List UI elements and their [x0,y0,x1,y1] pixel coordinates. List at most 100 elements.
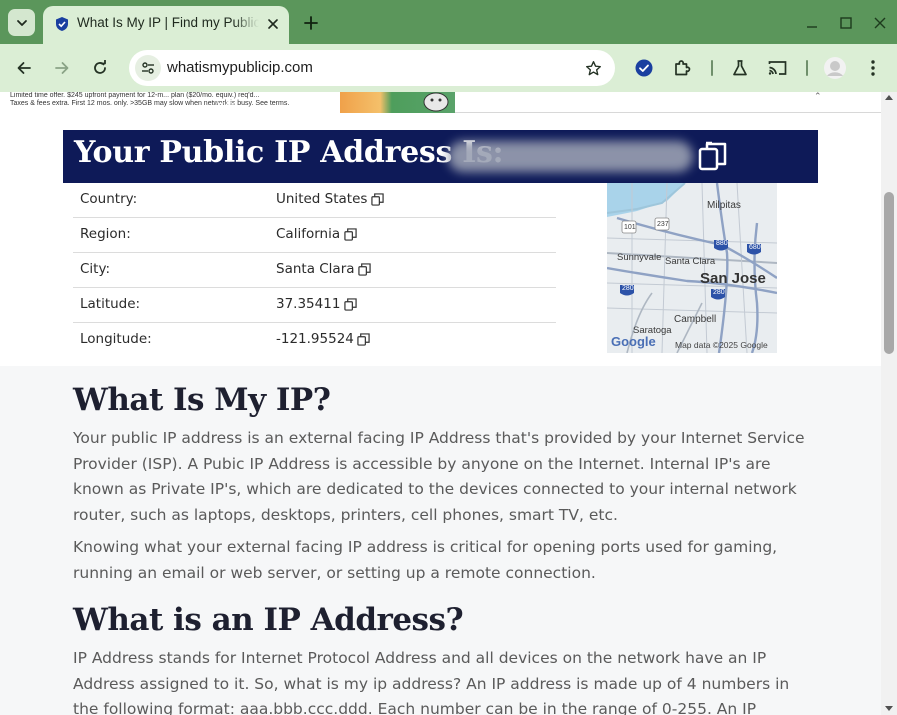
table-row: Longitude: -121.95524 [73,323,556,358]
bookmark-button[interactable] [583,58,603,78]
close-icon [874,17,886,29]
region-label: Region: [80,226,131,242]
map-shield-237: 237 [657,221,669,228]
map-shield-880: 880 [716,240,728,247]
scroll-up-arrow-icon[interactable] [885,95,893,100]
labs-button[interactable] [726,54,754,82]
copy-latitude-button[interactable] [343,297,357,311]
section-heading-what-is-my-ip: What Is My IP? [73,382,331,418]
window-close-button[interactable] [869,12,891,34]
location-table: Country: United States Region: Californi… [73,183,556,358]
copy-icon [358,262,371,276]
paragraph: Your public IP address is an external fa… [73,429,805,524]
latitude-value: 37.35411 [276,296,357,312]
browser-toolbar: whatismypublicip.com [0,44,897,92]
copy-icon [343,227,357,241]
reload-icon [94,60,106,74]
close-icon [268,19,278,29]
map-shield-101: 101 [624,224,636,231]
paragraph: Knowing what your external facing IP add… [73,538,778,582]
map-shield-680: 680 [749,244,761,251]
scroll-down-arrow-icon[interactable] [885,706,893,711]
ad-options-icon[interactable]: ⌃ [814,92,822,102]
cast-icon [768,61,786,75]
location-map[interactable]: Milpitas Sunnyvale Santa Clara San Jose … [607,183,777,353]
ip-info-card: Your Public IP Address Is: Country: Unit… [0,113,881,366]
copy-country-button[interactable] [370,192,384,206]
article: What Is My IP? Your public IP address is… [73,366,808,715]
profile-button[interactable] [821,54,849,82]
ad-mascot-icon [423,92,449,112]
latitude-text: 37.35411 [276,296,341,312]
tab-strip: What Is My IP | Find my Public IP Addres… [0,0,897,44]
map-shield-280-east: 280 [713,289,725,296]
extension-check-button[interactable] [630,54,658,82]
cast-button[interactable] [763,54,791,82]
copy-ip-button[interactable] [695,138,731,174]
ip-banner: Your Public IP Address Is: [63,130,818,183]
map-shield-280-west: 280 [622,285,634,292]
ad-art-text: nolot [215,100,237,111]
copy-region-button[interactable] [343,227,357,241]
table-row: Country: United States [73,183,556,218]
copy-icon [344,297,357,311]
paragraph: IP Address stands for Internet Protocol … [73,649,790,715]
reload-button[interactable] [86,54,114,82]
longitude-text: -121.95524 [276,331,354,347]
google-logo: Google [611,334,656,349]
star-icon [585,60,601,75]
back-button[interactable] [10,54,38,82]
kebab-menu-icon [871,60,875,76]
minimize-button[interactable] [801,12,823,34]
map-place-sunnyvale: Sunnyvale [617,252,662,263]
map-attribution: Map data ©2025 Google [675,340,768,350]
browser-tab-active[interactable]: What Is My IP | Find my Public IP Addres… [43,6,289,44]
page-scrollbar[interactable] [881,92,897,715]
ip-address-redacted [448,141,693,172]
tab-close-button[interactable] [264,15,282,33]
tab-search-button[interactable] [8,9,35,36]
menu-button[interactable] [859,54,887,82]
new-tab-button[interactable] [300,12,322,34]
region-value: California [276,226,357,242]
url-text[interactable]: whatismypublicip.com [167,59,313,76]
tab-title: What Is My IP | Find my Public IP Addres… [77,15,259,30]
forward-button[interactable] [48,54,76,82]
copy-icon [698,141,727,171]
country-label: Country: [80,191,138,207]
country-value: United States [276,191,384,207]
extensions-button[interactable] [668,54,696,82]
flask-icon [733,60,747,76]
table-row: Region: California [73,218,556,253]
city-value: Santa Clara [276,261,372,277]
latitude-label: Latitude: [80,296,141,312]
longitude-label: Longitude: [80,331,152,347]
site-favicon-icon [56,17,68,31]
verified-check-icon [635,59,653,77]
map-place-santa-clara: Santa Clara [665,256,716,267]
ad-strip: Limited time offer. $245 upfront payment… [0,92,881,113]
copy-city-button[interactable] [358,262,372,276]
arrow-right-icon [55,62,69,74]
address-bar[interactable]: whatismypublicip.com [129,50,615,86]
chevron-down-icon [16,19,27,26]
scrollbar-thumb[interactable] [884,192,894,354]
ad-banner[interactable]: Limited time offer. $245 upfront payment… [0,92,455,113]
copy-longitude-button[interactable] [357,332,371,346]
toolbar-separator [806,60,808,76]
section-heading-what-is-ip-address: What is an IP Address? [73,602,464,638]
country-text: United States [276,191,368,207]
tune-icon [142,62,154,74]
maximize-button[interactable] [835,12,857,34]
maximize-icon [840,17,852,29]
minimize-icon [807,26,817,28]
site-info-button[interactable] [135,55,161,81]
web-page: Limited time offer. $245 upfront payment… [0,92,881,715]
map-place-campbell: Campbell [674,314,717,325]
table-row: City: Santa Clara [73,253,556,288]
plus-icon [304,16,318,30]
ad-fineprint: Limited time offer. $245 upfront payment… [10,92,290,107]
city-text: Santa Clara [276,261,355,277]
avatar-icon [824,57,846,79]
arrow-left-icon [17,62,31,74]
